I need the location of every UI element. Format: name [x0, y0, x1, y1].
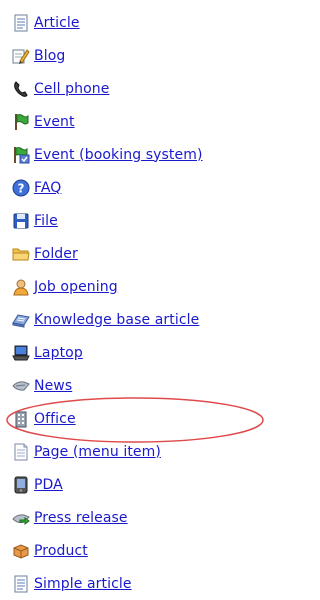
office-link[interactable]: Office	[34, 411, 76, 427]
list-item-knowledge-base-article[interactable]: Knowledge base article	[12, 303, 275, 336]
cell-phone-icon	[12, 80, 30, 98]
blog-link[interactable]: Blog	[34, 48, 65, 64]
list-item-file[interactable]: File	[12, 204, 275, 237]
folder-link[interactable]: Folder	[34, 246, 78, 262]
article-icon	[12, 14, 30, 32]
event-booking-icon	[12, 146, 30, 164]
event-link[interactable]: Event	[34, 114, 75, 130]
news-icon	[12, 377, 30, 395]
product-link[interactable]: Product	[34, 543, 88, 559]
article-link[interactable]: Article	[34, 15, 80, 31]
faq-link[interactable]: FAQ	[34, 180, 61, 196]
list-item-blog[interactable]: Blog	[12, 39, 275, 72]
list-item-office[interactable]: Office	[12, 402, 275, 435]
page-menu-item-link[interactable]: Page (menu item)	[34, 444, 161, 460]
pda-icon	[12, 476, 30, 494]
product-icon	[12, 542, 30, 560]
list-item-article[interactable]: Article	[12, 6, 275, 39]
press-release-link[interactable]: Press release	[34, 510, 128, 526]
list-item-simple-article[interactable]: Simple article	[12, 567, 275, 600]
list-item-press-release[interactable]: Press release	[12, 501, 275, 534]
news-link[interactable]: News	[34, 378, 72, 394]
list-item-pda[interactable]: PDA	[12, 468, 275, 501]
list-item-job-opening[interactable]: Job opening	[12, 270, 275, 303]
press-release-icon	[12, 509, 30, 527]
folder-icon	[12, 245, 30, 263]
list-item-page-menu-item[interactable]: Page (menu item)	[12, 435, 275, 468]
cell-phone-link[interactable]: Cell phone	[34, 81, 109, 97]
simple-article-link[interactable]: Simple article	[34, 576, 132, 592]
event-flag-icon	[12, 113, 30, 131]
laptop-link[interactable]: Laptop	[34, 345, 83, 361]
knowledge-base-article-link[interactable]: Knowledge base article	[34, 312, 199, 328]
laptop-icon	[12, 344, 30, 362]
list-item-faq[interactable]: ? FAQ	[12, 171, 275, 204]
list-item-product[interactable]: Product	[12, 534, 275, 567]
event-booking-link[interactable]: Event (booking system)	[34, 147, 203, 163]
list-item-news[interactable]: News	[12, 369, 275, 402]
file-save-icon	[12, 212, 30, 230]
document-type-list: Article Blog Cell phone Event Event (boo…	[12, 6, 275, 600]
blog-icon	[12, 47, 30, 65]
list-item-laptop[interactable]: Laptop	[12, 336, 275, 369]
knowledge-base-icon	[12, 311, 30, 329]
list-item-event-booking[interactable]: Event (booking system)	[12, 138, 275, 171]
pda-link[interactable]: PDA	[34, 477, 63, 493]
job-opening-link[interactable]: Job opening	[34, 279, 118, 295]
list-item-folder[interactable]: Folder	[12, 237, 275, 270]
faq-icon: ?	[12, 179, 30, 197]
list-item-cell-phone[interactable]: Cell phone	[12, 72, 275, 105]
file-link[interactable]: File	[34, 213, 58, 229]
job-opening-icon	[12, 278, 30, 296]
svg-text:?: ?	[18, 181, 25, 195]
page-icon	[12, 443, 30, 461]
list-item-event[interactable]: Event	[12, 105, 275, 138]
office-icon	[12, 410, 30, 428]
